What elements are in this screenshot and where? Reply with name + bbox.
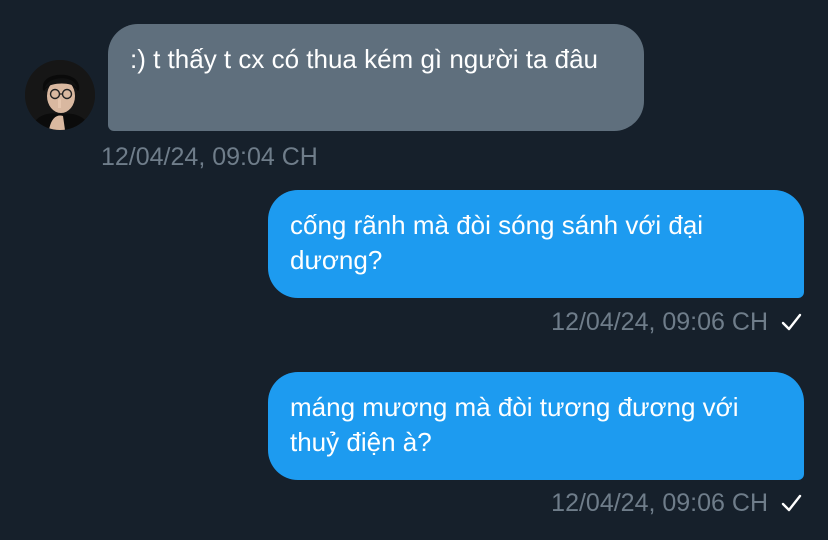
checkmark-icon: [781, 313, 802, 331]
message-timestamp: 12/04/24, 09:06 CH: [551, 308, 768, 336]
message-timestamp: 12/04/24, 09:04 CH: [101, 143, 318, 171]
message-text: :) t thấy t cx có thua kém gì người ta đ…: [130, 44, 599, 74]
message-meta: 12/04/24, 09:06 CH: [551, 307, 802, 337]
user-avatar-icon: [25, 60, 95, 130]
chat-thread: :) t thấy t cx có thua kém gì người ta đ…: [0, 0, 828, 540]
message-timestamp: 12/04/24, 09:06 CH: [551, 489, 768, 517]
checkmark-icon: [781, 494, 802, 512]
message-meta: 12/04/24, 09:06 CH: [551, 488, 802, 518]
outgoing-message-bubble[interactable]: máng mương mà đòi tương đương với thuỷ đ…: [268, 372, 804, 480]
outgoing-message-bubble[interactable]: cống rãnh mà đòi sóng sánh với đại dương…: [268, 190, 804, 298]
avatar[interactable]: [25, 60, 95, 130]
message-text: máng mương mà đòi tương đương với thuỷ đ…: [290, 392, 739, 457]
message-text: cống rãnh mà đòi sóng sánh với đại dương…: [290, 210, 704, 275]
incoming-message-bubble[interactable]: :) t thấy t cx có thua kém gì người ta đ…: [108, 24, 644, 131]
